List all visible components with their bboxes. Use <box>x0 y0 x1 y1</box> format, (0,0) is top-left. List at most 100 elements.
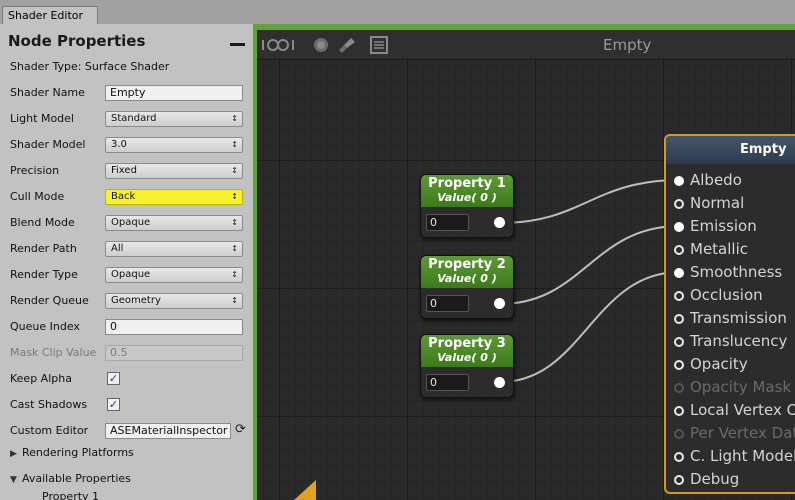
light-model-label: Light Model <box>10 112 74 125</box>
row-mask-clip-value: Mask Clip Value 0.5 <box>0 342 253 364</box>
row-blend-mode: Blend Mode Opaque ↕ <box>0 212 253 234</box>
dropdown-arrows-icon: ↕ <box>231 270 238 279</box>
custom-editor-label: Custom Editor <box>10 424 89 437</box>
available-properties-label: Available Properties <box>22 472 131 485</box>
tab-shader-editor[interactable]: Shader Editor <box>2 6 98 24</box>
light-model-dropdown[interactable]: Standard ↕ <box>105 111 243 127</box>
mask-clip-value-field: 0.5 <box>105 345 243 361</box>
input-label-local-vertex-o: Local Vertex O <box>690 401 795 419</box>
property-node-title: Property 2 <box>428 257 506 272</box>
property-value-field[interactable]: 0 <box>426 374 469 391</box>
custom-editor-field[interactable]: ASEMaterialInspector <box>105 423 231 439</box>
dropdown-arrows-icon: ↕ <box>231 166 238 175</box>
row-keep-alpha: Keep Alpha ✓ <box>0 368 253 390</box>
row-render-type: Render Type Opaque ↕ <box>0 264 253 286</box>
property-node-header: Property 1 Value( 0 ) <box>421 175 513 207</box>
precision-label: Precision <box>10 164 60 177</box>
input-port-c-light-model[interactable] <box>674 452 684 462</box>
property-node-1[interactable]: Property 1 Value( 0 ) 0 <box>420 174 514 238</box>
row-custom-editor: Custom Editor ASEMaterialInspector ⟳ <box>0 420 253 442</box>
input-port-normal[interactable] <box>674 199 684 209</box>
shader-name-label: Shader Name <box>10 86 85 99</box>
input-label-normal: Normal <box>690 194 745 212</box>
queue-index-field[interactable]: 0 <box>105 319 243 335</box>
row-queue-index: Queue Index 0 <box>0 316 253 338</box>
dropdown-arrows-icon: ↕ <box>231 114 238 123</box>
cast-shadows-checkbox[interactable]: ✓ <box>107 398 120 411</box>
property-node-subtitle: Value( 0 ) <box>437 272 497 285</box>
row-render-queue: Render Queue Geometry ↕ <box>0 290 253 312</box>
canvas-marker-icon <box>294 480 316 500</box>
shader-model-dropdown[interactable]: 3.0 ↕ <box>105 137 243 153</box>
input-label-smoothness: Smoothness <box>690 263 783 281</box>
input-label-opacity: Opacity <box>690 355 748 373</box>
render-type-dropdown[interactable]: Opaque ↕ <box>105 267 243 283</box>
dropdown-arrows-icon: ↕ <box>231 140 238 149</box>
input-port-emission[interactable] <box>674 222 684 232</box>
output-port[interactable] <box>494 217 505 228</box>
input-label-per-vertex-dat: Per Vertex Dat <box>690 424 795 442</box>
rendering-platforms-label: Rendering Platforms <box>22 446 134 459</box>
input-port-albedo[interactable] <box>674 176 684 186</box>
cull-mode-dropdown[interactable]: Back ↕ <box>105 189 243 205</box>
light-model-value: Standard <box>111 113 157 124</box>
available-properties-foldout[interactable]: ▼ Available Properties <box>10 472 250 492</box>
input-label-metallic: Metallic <box>690 240 748 258</box>
input-port-translucency[interactable] <box>674 337 684 347</box>
property-node-subtitle: Value( 0 ) <box>437 191 497 204</box>
foldout-expanded-icon: ▼ <box>10 475 17 485</box>
input-port-metallic[interactable] <box>674 245 684 255</box>
output-port[interactable] <box>494 377 505 388</box>
available-property-item[interactable]: Property 1 <box>42 490 99 500</box>
render-type-value: Opaque <box>111 269 151 280</box>
rendering-platforms-foldout[interactable]: ▶ Rendering Platforms <box>10 446 250 466</box>
input-port-opacity[interactable] <box>674 360 684 370</box>
keep-alpha-checkbox[interactable]: ✓ <box>107 372 120 385</box>
input-label-albedo: Albedo <box>690 171 742 189</box>
output-node[interactable]: Empty Albedo Normal Emission Metallic Smooth… <box>664 134 795 494</box>
precision-value: Fixed <box>111 165 137 176</box>
render-path-dropdown[interactable]: All ↕ <box>105 241 243 257</box>
panel-title: Node Properties <box>8 32 146 50</box>
checkmark-icon: ✓ <box>108 372 119 385</box>
render-queue-value: Geometry <box>111 295 161 306</box>
dropdown-arrows-icon: ↕ <box>231 244 238 253</box>
shader-model-label: Shader Model <box>10 138 86 151</box>
input-port-local-vertex-o[interactable] <box>674 406 684 416</box>
property-node-header: Property 3 Value( 0 ) <box>421 335 513 367</box>
mask-clip-value-label: Mask Clip Value <box>10 346 97 359</box>
node-properties-panel: Node Properties Shader Type: Surface Sha… <box>0 24 253 500</box>
shader-name-field[interactable]: Empty <box>105 85 243 101</box>
row-precision: Precision Fixed ↕ <box>0 160 253 182</box>
tab-strip: Shader Editor <box>0 0 795 24</box>
property-node-3[interactable]: Property 3 Value( 0 ) 0 <box>420 334 514 398</box>
reset-icon[interactable]: ⟳ <box>235 422 246 437</box>
input-port-opacity-mask <box>674 383 684 393</box>
cull-mode-value: Back <box>111 191 136 202</box>
blend-mode-dropdown[interactable]: Opaque ↕ <box>105 215 243 231</box>
row-cull-mode: Cull Mode Back ↕ <box>0 186 253 208</box>
input-label-translucency: Translucency <box>690 332 788 350</box>
output-port[interactable] <box>494 298 505 309</box>
input-port-smoothness[interactable] <box>674 268 684 278</box>
row-render-path: Render Path All ↕ <box>0 238 253 260</box>
property-node-title: Property 1 <box>428 176 506 191</box>
minimize-icon[interactable] <box>230 43 245 46</box>
input-port-transmission[interactable] <box>674 314 684 324</box>
row-shader-name: Shader Name Empty <box>0 82 253 104</box>
render-queue-dropdown[interactable]: Geometry ↕ <box>105 293 243 309</box>
input-port-per-vertex-dat <box>674 429 684 439</box>
property-node-2[interactable]: Property 2 Value( 0 ) 0 <box>420 255 514 319</box>
graph-canvas[interactable]: Empty Property 1 Value( 0 ) 0 Property 2 Val… <box>253 24 795 500</box>
input-port-occlusion[interactable] <box>674 291 684 301</box>
property-node-header: Property 2 Value( 0 ) <box>421 256 513 288</box>
cast-shadows-label: Cast Shadows <box>10 398 88 411</box>
output-node-title: Empty <box>666 136 795 164</box>
queue-index-label: Queue Index <box>10 320 80 333</box>
property-value-field[interactable]: 0 <box>426 295 469 312</box>
property-value-field[interactable]: 0 <box>426 214 469 231</box>
row-light-model: Light Model Standard ↕ <box>0 108 253 130</box>
render-type-label: Render Type <box>10 268 78 281</box>
input-port-debug[interactable] <box>674 475 684 485</box>
precision-dropdown[interactable]: Fixed ↕ <box>105 163 243 179</box>
